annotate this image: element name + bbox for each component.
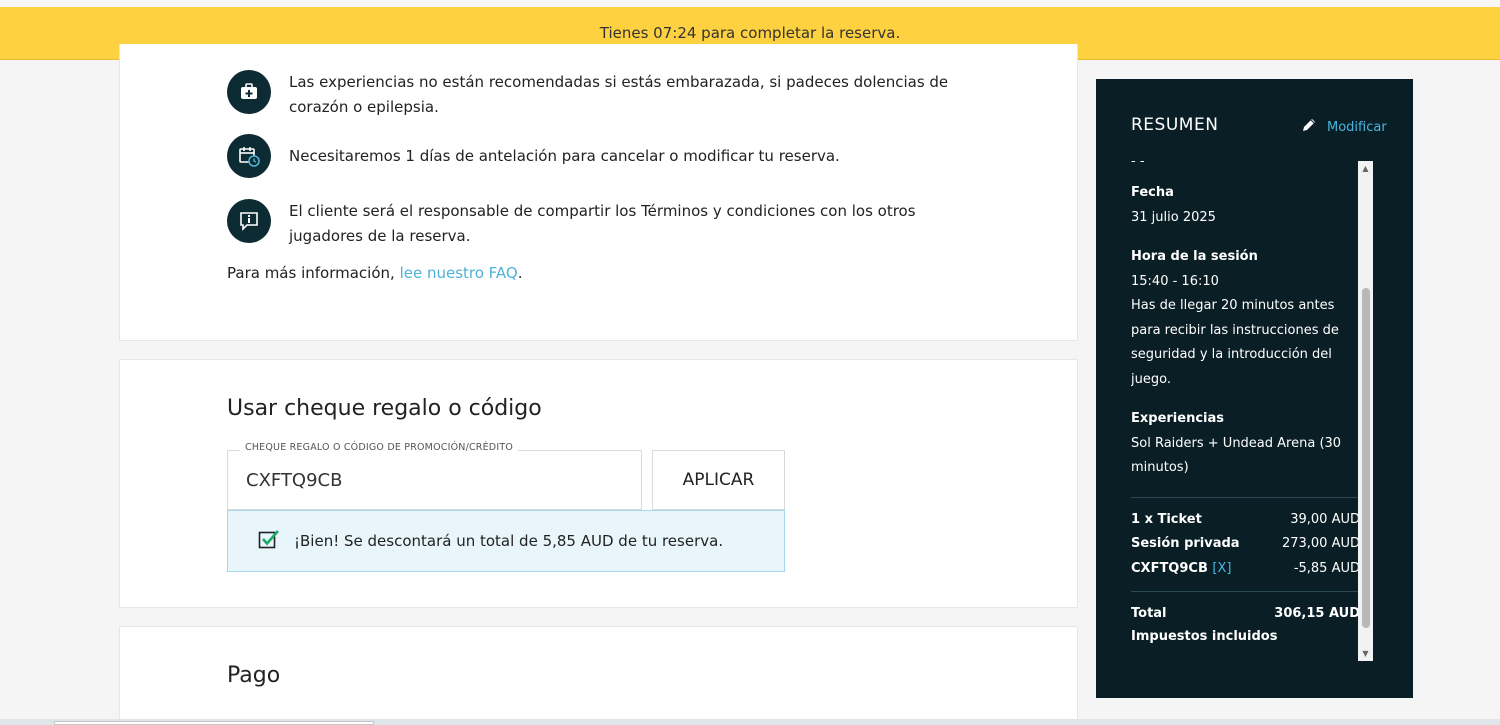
top-strip	[0, 0, 1500, 7]
summary-divider	[1131, 591, 1360, 592]
first-aid-kit-icon	[227, 70, 271, 114]
bottom-panel-edge	[54, 721, 374, 725]
price-label: 1 x Ticket	[1131, 511, 1202, 527]
total-label: Total	[1131, 606, 1167, 621]
info-card: Las experiencias no están recomendadas s…	[119, 44, 1078, 341]
total-value: 306,15 AUD	[1274, 606, 1360, 621]
modify-label: Modificar	[1327, 119, 1387, 135]
pencil-icon	[1301, 117, 1317, 137]
payment-title: Pago	[227, 663, 281, 688]
success-text: ¡Bien! Se descontará un total de 5,85 AU…	[294, 532, 724, 550]
coupon-title: Usar cheque regalo o código	[227, 396, 542, 421]
experiences-value: Sol Raiders + Undead Arena (30 minutos)	[1131, 435, 1342, 476]
faq-suffix: .	[517, 264, 523, 282]
session-note: Has de llegar 20 minutos antes para reci…	[1131, 298, 1339, 387]
coupon-field-label: CHEQUE REGALO O CÓDIGO DE PROMOCIÓN/CRÉD…	[240, 442, 519, 453]
date-label: Fecha	[1131, 185, 1174, 200]
info-text-terms: El cliente será el responsable de compar…	[289, 202, 916, 245]
discount-code: CXFTQ9CB	[1131, 560, 1208, 576]
coupon-code-field: CHEQUE REGALO O CÓDIGO DE PROMOCIÓN/CRÉD…	[227, 442, 642, 510]
coupon-code-input[interactable]	[228, 451, 641, 509]
price-value: 39,00 AUD	[1290, 511, 1360, 527]
modify-link[interactable]: Modificar	[1301, 117, 1387, 137]
info-item-cancellation: Necesitaremos 1 días de antelación para …	[227, 134, 969, 178]
scroll-down-arrow-icon[interactable]: ▼	[1358, 646, 1373, 661]
price-row-ticket: 1 x Ticket 39,00 AUD	[1131, 508, 1360, 533]
price-value: 273,00 AUD	[1281, 536, 1360, 551]
info-text-cancellation: Necesitaremos 1 días de antelación para …	[289, 147, 840, 165]
total-row: Total 306,15 AUD	[1131, 602, 1360, 627]
info-message-icon	[227, 199, 271, 243]
info-item-health: Las experiencias no están recomendadas s…	[227, 70, 969, 120]
summary-divider	[1131, 496, 1360, 498]
taxes-note: Impuestos incluidos	[1131, 628, 1278, 644]
checkbox-check-icon	[258, 528, 280, 554]
payment-card: Pago	[119, 626, 1078, 725]
info-item-terms: El cliente será el responsable de compar…	[227, 199, 969, 249]
calendar-clock-icon	[227, 134, 271, 178]
scrollbar-thumb[interactable]	[1362, 288, 1370, 628]
price-row-discount: CXFTQ9CB [X] -5,85 AUD	[1131, 557, 1360, 582]
discount-value: -5,85 AUD	[1293, 560, 1360, 576]
remove-discount-link[interactable]: [X]	[1212, 561, 1231, 576]
info-text-health: Las experiencias no están recomendadas s…	[289, 73, 949, 116]
faq-line: Para más información, lee nuestro FAQ.	[227, 264, 523, 282]
experiences-label: Experiencias	[1131, 411, 1224, 426]
scroll-up-arrow-icon[interactable]: ▲	[1358, 161, 1373, 176]
session-time: 15:40 - 16:10	[1131, 273, 1219, 289]
summary-sidebar: RESUMEN Modificar - - Fecha 31 julio 202…	[1096, 79, 1413, 698]
timer-text: Tienes 07:24 para completar la reserva.	[599, 24, 901, 42]
faq-prefix: Para más información,	[227, 264, 400, 282]
price-label: Sesión privada	[1131, 536, 1240, 551]
date-value: 31 julio 2025	[1131, 209, 1216, 225]
summary-content: - - Fecha 31 julio 2025 Hora de la sesió…	[1131, 161, 1360, 661]
apply-button[interactable]: APLICAR	[652, 450, 785, 510]
summary-title: RESUMEN	[1131, 115, 1219, 135]
summary-scrollbar[interactable]: ▲ ▼	[1358, 161, 1373, 661]
faq-link[interactable]: lee nuestro FAQ	[400, 264, 518, 282]
price-row-private-session: Sesión privada 273,00 AUD	[1131, 532, 1360, 557]
coupon-success-message: ¡Bien! Se descontará un total de 5,85 AU…	[227, 510, 785, 572]
session-label: Hora de la sesión	[1131, 249, 1258, 264]
coupon-card: Usar cheque regalo o código CHEQUE REGAL…	[119, 359, 1078, 608]
